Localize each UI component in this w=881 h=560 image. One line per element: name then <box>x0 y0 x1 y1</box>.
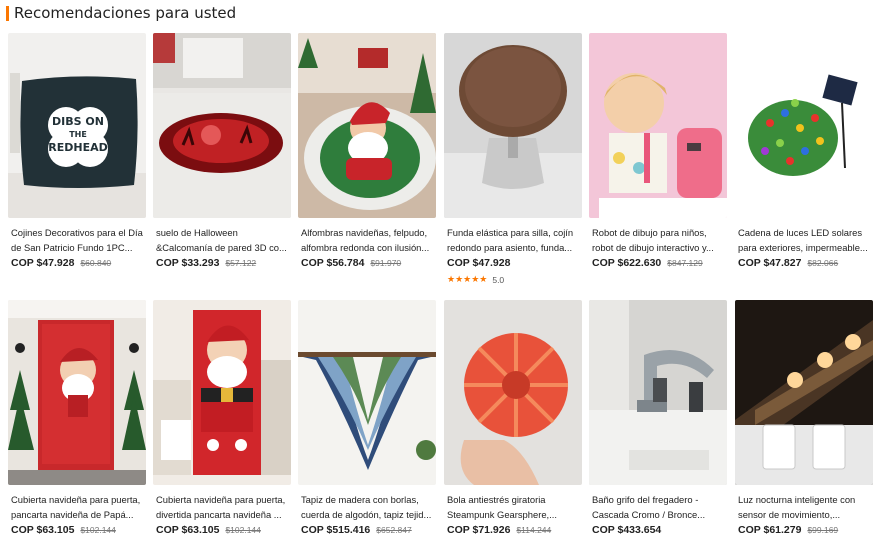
product-old-price: $102.144 <box>225 525 261 535</box>
product-old-price: $102.144 <box>80 525 116 535</box>
section-header: Recomendaciones para usted <box>6 4 236 22</box>
product-name[interactable]: Cadena de luces LED solares para exterio… <box>735 225 873 255</box>
product-card[interactable]: Cadena de luces LED solares para exterio… <box>735 33 873 269</box>
product-price: COP $47.827 <box>738 257 802 269</box>
stool-cover-image[interactable] <box>444 33 582 218</box>
faucet-image[interactable] <box>589 300 727 485</box>
svg-text:REDHEAD: REDHEAD <box>48 141 107 154</box>
tapestry-image[interactable] <box>298 300 436 485</box>
product-name[interactable]: Robot de dibujo para niños, robot de dib… <box>589 225 727 255</box>
section-title: Recomendaciones para usted <box>14 4 237 22</box>
star-rating-icon: ★★★★★ <box>447 274 488 284</box>
product-old-price: $82.066 <box>807 258 839 268</box>
product-price: COP $71.926 <box>447 524 511 536</box>
product-name[interactable]: Bola antiestrés giratoria Steampunk Gear… <box>444 492 582 522</box>
product-old-price: $91.970 <box>370 258 402 268</box>
product-old-price: $652.847 <box>376 525 412 535</box>
product-card[interactable]: Baño grifo del fregadero - Cascada Cromo… <box>589 300 727 536</box>
product-card[interactable]: Cubierta navideña para puerta, pancarta … <box>8 300 146 536</box>
product-price: COP $61.279 <box>738 524 802 536</box>
product-price: COP $433.654 <box>592 524 662 536</box>
pillow-image[interactable]: DIBS ON THE REDHEAD <box>8 33 146 218</box>
product-card[interactable]: Tapiz de madera con borlas, cuerda de al… <box>298 300 436 536</box>
product-old-price: $114.244 <box>516 525 552 535</box>
halloween-floor-decal-image[interactable] <box>153 33 291 218</box>
product-name[interactable]: Cubierta navideña para puerta, pancarta … <box>8 492 146 522</box>
santa-door-cover-2-image[interactable] <box>153 300 291 485</box>
product-name[interactable]: Luz nocturna inteligente con sensor de m… <box>735 492 873 522</box>
product-price: COP $47.928 <box>11 257 75 269</box>
product-rating: ★★★★★ 5.0 <box>444 274 582 285</box>
product-name[interactable]: Cubierta navideña para puerta, divertida… <box>153 492 291 522</box>
product-name[interactable]: Tapiz de madera con borlas, cuerda de al… <box>298 492 436 522</box>
rating-value: 5.0 <box>492 274 505 285</box>
accent-bar <box>6 5 9 21</box>
product-card[interactable]: Cubierta navideña para puerta, divertida… <box>153 300 291 536</box>
gearsphere-image[interactable] <box>444 300 582 485</box>
product-old-price: $57.122 <box>225 258 257 268</box>
product-card[interactable]: suelo de Halloween &Calcomanía de pared … <box>153 33 291 269</box>
product-card[interactable]: Robot de dibujo para niños, robot de dib… <box>589 33 727 269</box>
product-name[interactable]: Baño grifo del fregadero - Cascada Cromo… <box>589 492 727 522</box>
svg-text:DIBS ON: DIBS ON <box>52 115 104 128</box>
product-card[interactable]: Luz nocturna inteligente con sensor de m… <box>735 300 873 536</box>
product-card[interactable]: Alfombras navideñas, felpudo, alfombra r… <box>298 33 436 269</box>
product-card[interactable]: Bola antiestrés giratoria Steampunk Gear… <box>444 300 582 536</box>
product-name[interactable]: Funda elástica para silla, cojín redondo… <box>444 225 582 255</box>
product-price: COP $622.630 <box>592 257 662 269</box>
product-price: COP $63.105 <box>11 524 75 536</box>
product-old-price: $847.129 <box>667 258 703 268</box>
product-price: COP $47.928 <box>447 257 511 269</box>
santa-door-cover-image[interactable] <box>8 300 146 485</box>
night-light-image[interactable] <box>735 300 873 485</box>
drawing-robot-image[interactable] <box>589 33 727 218</box>
product-old-price: $99.169 <box>807 525 839 535</box>
product-name[interactable]: Alfombras navideñas, felpudo, alfombra r… <box>298 225 436 255</box>
svg-text:THE: THE <box>69 130 87 139</box>
product-card[interactable]: Funda elástica para silla, cojín redondo… <box>444 33 582 285</box>
solar-led-lights-image[interactable] <box>735 33 873 218</box>
product-old-price: $60.840 <box>80 258 112 268</box>
product-price: COP $56.784 <box>301 257 365 269</box>
santa-rug-image[interactable] <box>298 33 436 218</box>
product-price: COP $63.105 <box>156 524 220 536</box>
product-price: COP $515.416 <box>301 524 371 536</box>
product-price: COP $33.293 <box>156 257 220 269</box>
product-name[interactable]: Cojines Decorativos para el Día de San P… <box>8 225 146 255</box>
product-card[interactable]: DIBS ON THE REDHEAD Cojines Decorativos … <box>8 33 146 269</box>
product-name[interactable]: suelo de Halloween &Calcomanía de pared … <box>153 225 291 255</box>
